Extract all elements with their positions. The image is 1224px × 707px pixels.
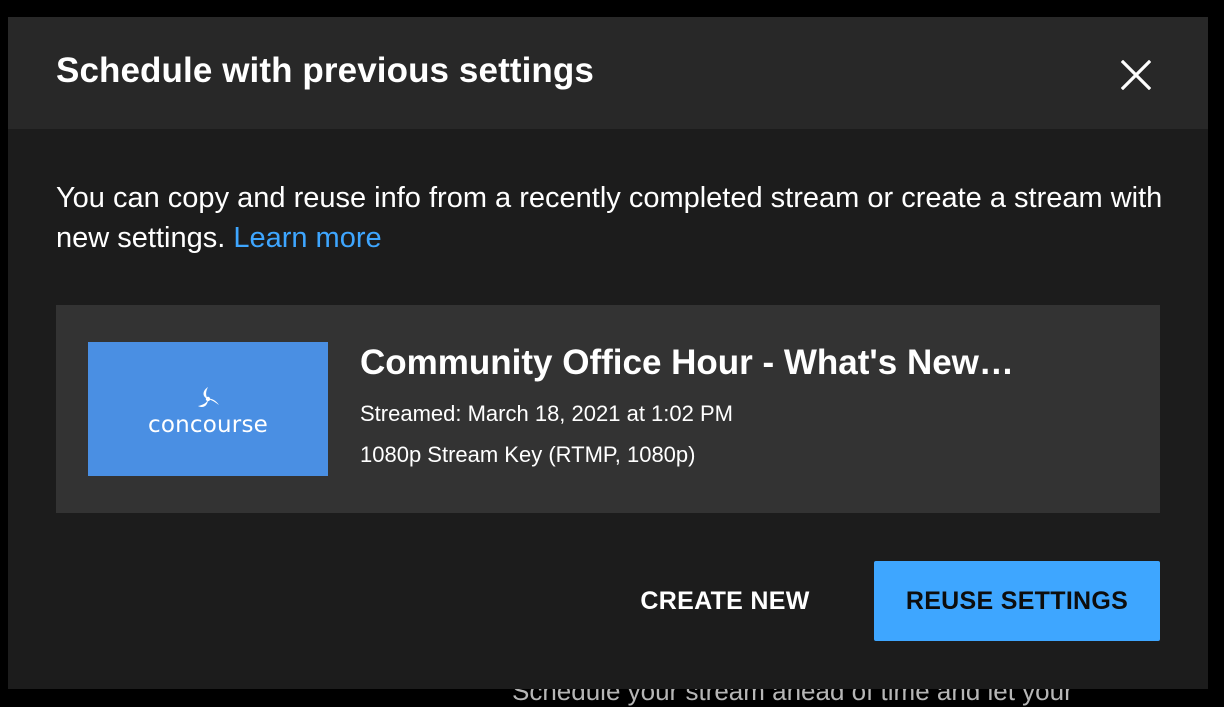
close-icon	[1121, 60, 1151, 90]
reuse-settings-button[interactable]: REUSE SETTINGS	[874, 561, 1160, 641]
schedule-dialog: Schedule with previous settings You can …	[8, 17, 1208, 689]
thumbnail-brand-text: concourse	[148, 412, 268, 438]
learn-more-link[interactable]: Learn more	[233, 222, 381, 254]
concourse-logo-icon	[198, 387, 219, 408]
stream-title: Community Office Hour - What's New…	[360, 343, 1014, 382]
close-button[interactable]	[1114, 53, 1158, 97]
stream-date: Streamed: March 18, 2021 at 1:02 PM	[360, 401, 733, 426]
dialog-description: You can copy and reuse info from a recen…	[56, 178, 1166, 258]
previous-stream-card[interactable]: concourse Community Office Hour - What's…	[56, 305, 1160, 513]
dialog-title: Schedule with previous settings	[56, 51, 594, 90]
description-text: You can copy and reuse info from a recen…	[56, 182, 1163, 254]
create-new-button[interactable]: CREATE NEW	[618, 561, 832, 641]
dialog-header: Schedule with previous settings	[8, 17, 1208, 129]
stream-key: 1080p Stream Key (RTMP, 1080p)	[360, 442, 696, 467]
stream-thumbnail: concourse	[88, 342, 328, 476]
